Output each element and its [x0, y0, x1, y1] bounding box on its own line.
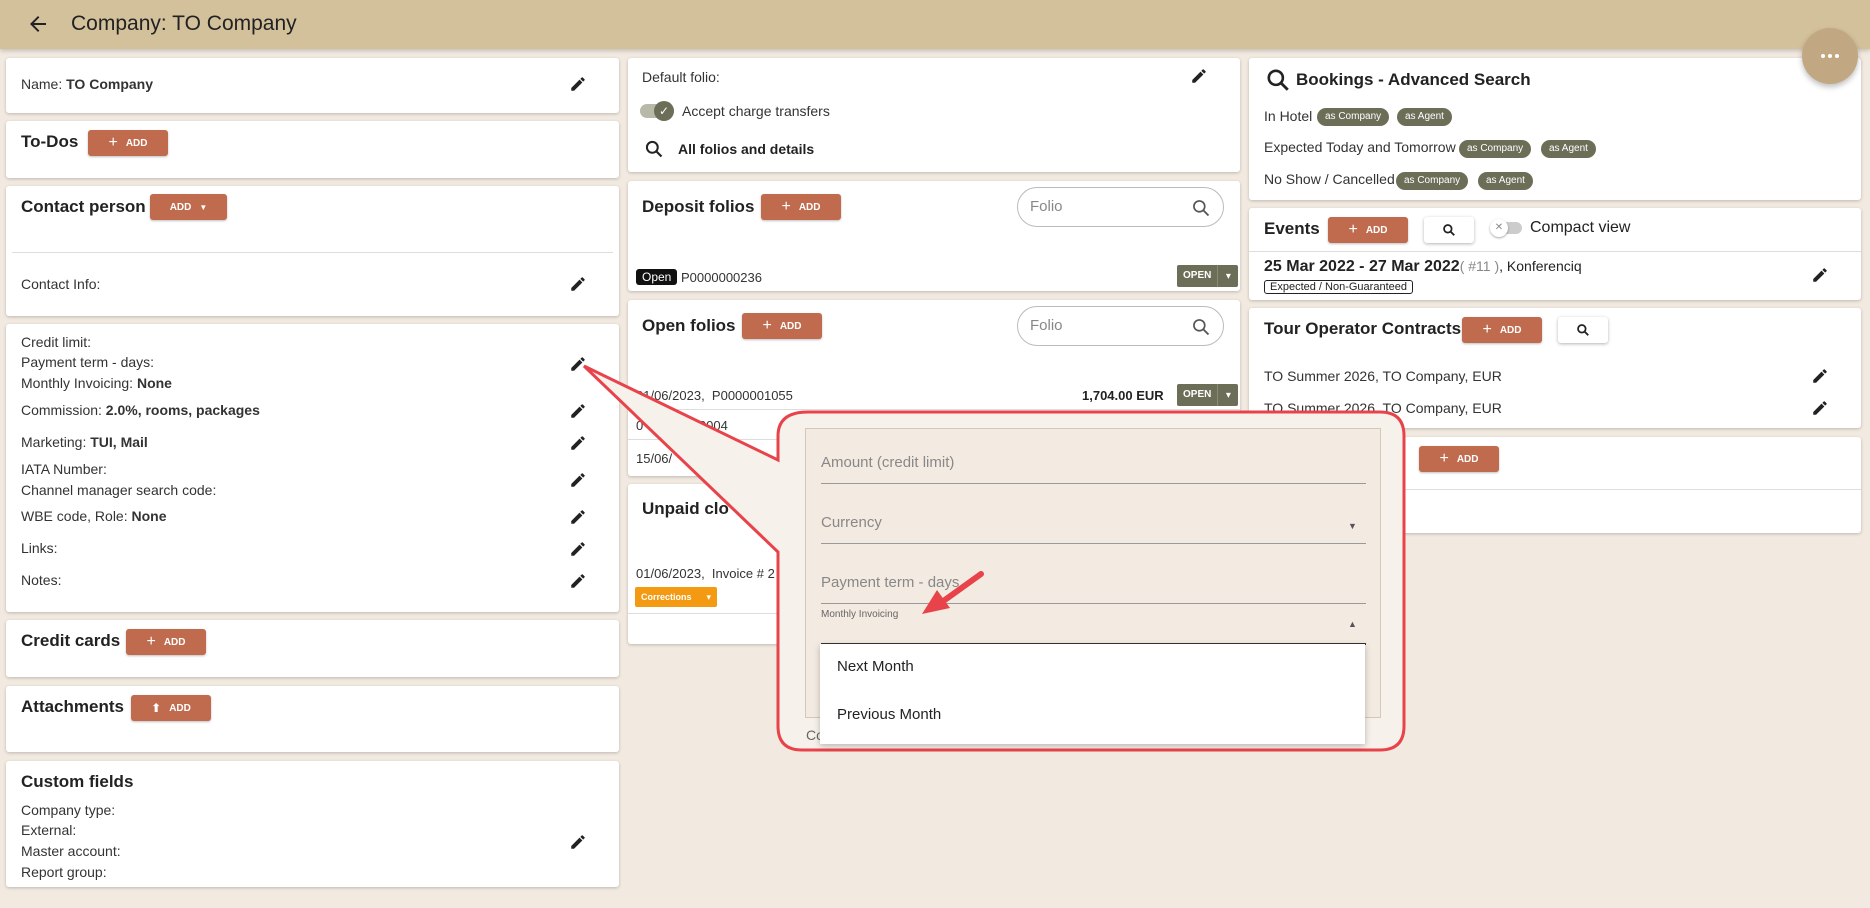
dot-icon	[1835, 54, 1839, 58]
dot-icon	[1821, 54, 1825, 58]
dot-icon	[1828, 54, 1832, 58]
more-actions-button[interactable]	[1802, 28, 1858, 84]
arrow-pointer-icon	[922, 571, 984, 614]
